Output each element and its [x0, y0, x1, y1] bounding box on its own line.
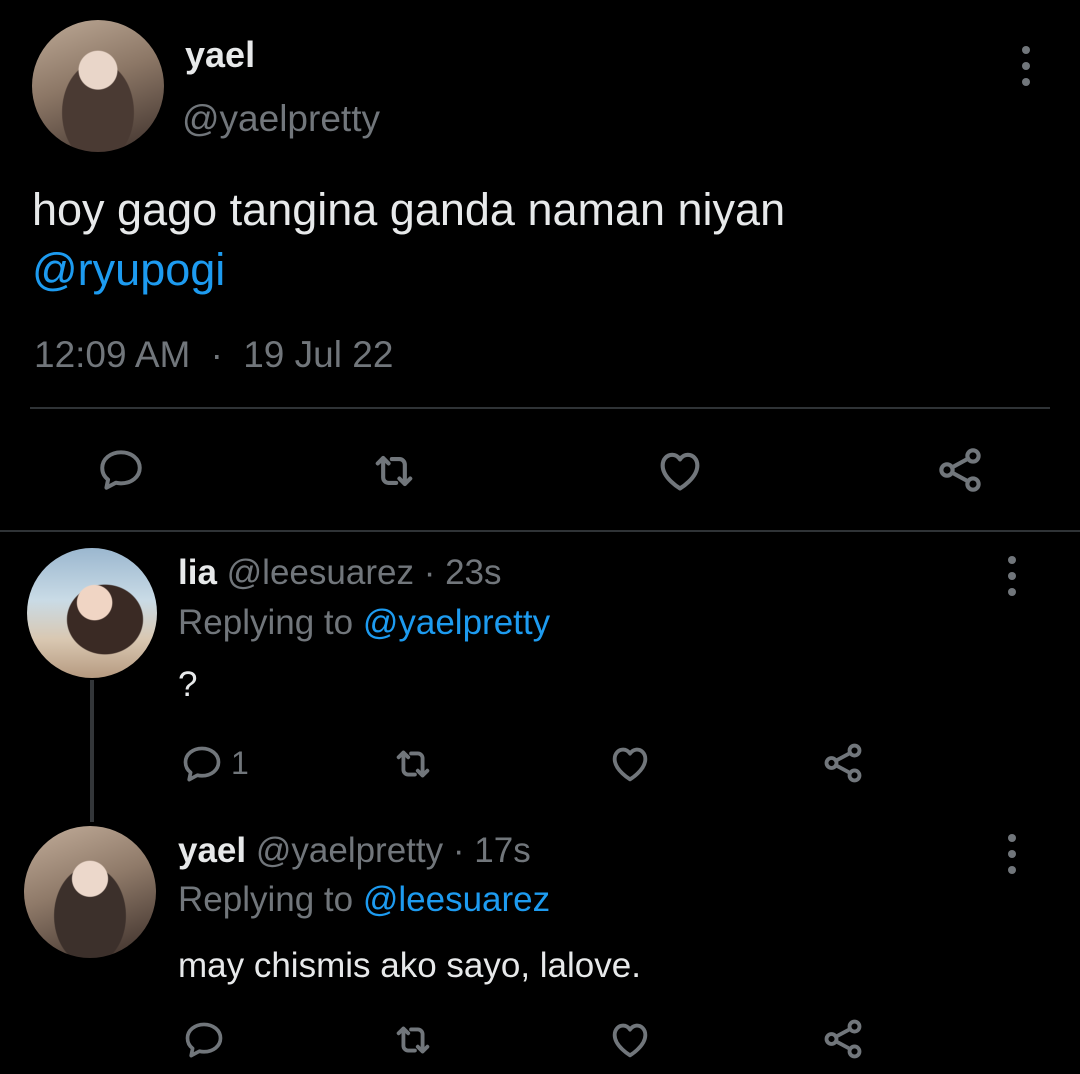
reply-separator: · — [452, 831, 465, 870]
share-icon[interactable] — [820, 740, 866, 786]
reply-text: may chismis ako sayo, lalove. — [178, 946, 641, 985]
reply-header: lia @leesuarez · 23s — [178, 553, 502, 593]
reply-icon[interactable] — [182, 1018, 226, 1062]
replying-to-label: Replying to — [178, 603, 354, 642]
timestamp-separator: · — [210, 334, 223, 375]
replying-to-label: Replying to — [178, 880, 354, 919]
reply-age[interactable]: 17s — [474, 831, 530, 870]
replying-to-handle[interactable]: @leesuarez — [363, 880, 550, 919]
reply-icon[interactable] — [180, 742, 224, 786]
retweet-icon[interactable] — [390, 1017, 436, 1063]
reply-age[interactable]: 23s — [445, 553, 501, 592]
tweet-timestamp[interactable]: 12:09 AM · 19 Jul 22 — [34, 334, 393, 376]
author-avatar[interactable] — [32, 20, 164, 152]
tweet-time: 12:09 AM — [34, 334, 191, 375]
more-options-icon[interactable] — [1019, 46, 1033, 86]
reply-separator: · — [423, 553, 436, 592]
reply-text: ? — [178, 665, 198, 704]
share-icon[interactable] — [820, 1016, 866, 1062]
replying-to: Replying to @leesuarez — [178, 880, 550, 920]
tweet-date: 19 Jul 22 — [243, 334, 394, 375]
reply-author-name[interactable]: lia — [178, 553, 217, 592]
thread-line — [90, 680, 94, 822]
reply-author-name[interactable]: yael — [178, 831, 246, 870]
author-name[interactable]: yael — [185, 34, 255, 76]
divider — [30, 407, 1050, 409]
tweet-text: hoy gago tangina ganda naman niyan @ryup… — [32, 180, 1032, 300]
like-icon[interactable] — [654, 444, 706, 496]
retweet-icon[interactable] — [368, 445, 420, 497]
share-icon[interactable] — [934, 444, 986, 496]
tweet-text-line: hoy gago tangina ganda naman niyan — [32, 184, 786, 235]
mention-link[interactable]: @ryupogi — [32, 240, 1032, 300]
like-icon[interactable] — [607, 1016, 653, 1062]
more-options-icon[interactable] — [1005, 834, 1019, 874]
like-icon[interactable] — [607, 740, 653, 786]
retweet-icon[interactable] — [390, 741, 436, 787]
reply-author-avatar[interactable] — [27, 548, 157, 678]
reply-header: yael @yaelpretty · 17s — [178, 831, 531, 871]
reply-icon[interactable] — [96, 445, 146, 495]
reply-count: 1 — [231, 745, 249, 781]
replying-to: Replying to @yaelpretty — [178, 603, 550, 643]
author-handle[interactable]: @yaelpretty — [182, 98, 380, 140]
reply-author-avatar[interactable] — [24, 826, 156, 958]
replying-to-handle[interactable]: @yaelpretty — [363, 603, 550, 642]
divider — [0, 530, 1080, 532]
more-options-icon[interactable] — [1005, 556, 1019, 596]
reply-author-handle[interactable]: @yaelpretty — [256, 831, 443, 870]
reply-author-handle[interactable]: @leesuarez — [227, 553, 414, 592]
